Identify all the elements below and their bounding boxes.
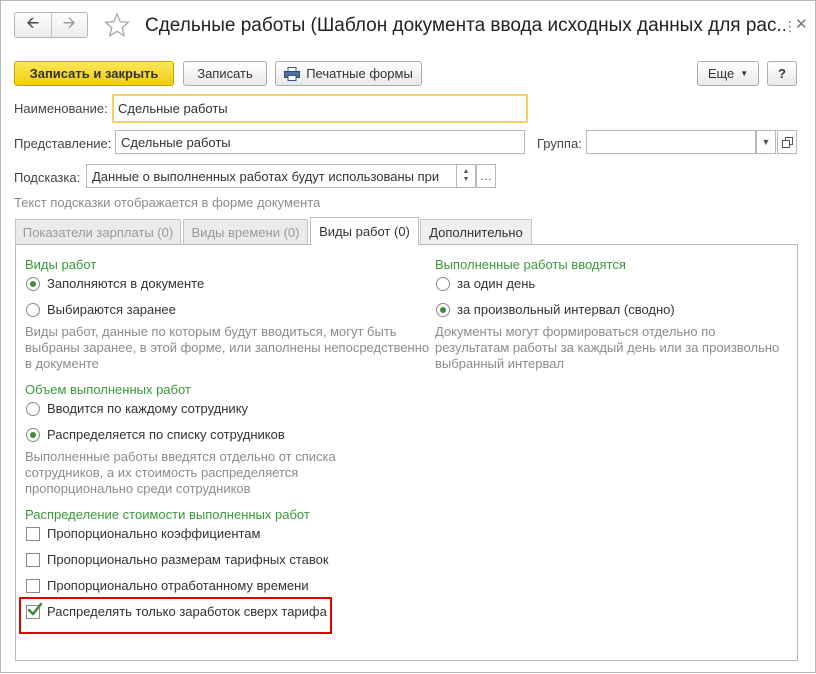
radio-label: за произвольный интервал (сводно) (457, 302, 675, 317)
radio-per-employee[interactable]: Вводится по каждому сотруднику (26, 401, 248, 416)
radio-arbitrary-interval[interactable]: за произвольный интервал (сводно) (436, 302, 675, 317)
description-line: Документы могут формироваться отдельно п… (435, 324, 716, 339)
entry-mode-title: Выполненные работы вводятся (435, 257, 626, 272)
checkbox-label: Пропорционально отработанному времени (47, 578, 309, 593)
distribution-title: Распределение стоимости выполненных рабо… (25, 507, 310, 522)
check-by-coefficients[interactable]: Пропорционально коэффициентам (26, 526, 260, 541)
work-types-title: Виды работ (25, 257, 97, 272)
radio-button[interactable] (26, 401, 40, 416)
description-line: в документе (25, 356, 99, 371)
radio-label: Выбираются заранее (47, 302, 176, 317)
highlight-frame (19, 597, 332, 634)
description-line: пропорционально среди сотрудников (25, 481, 251, 496)
description-line: результатам работы за каждый день или за… (435, 340, 780, 355)
radio-filled-in-document[interactable]: Заполняются в документе (26, 276, 204, 291)
entry-mode-description: Документы могут формироваться отдельно п… (435, 324, 779, 372)
checkbox[interactable] (26, 578, 40, 593)
radio-label: Вводится по каждому сотруднику (47, 401, 249, 416)
description-line: выбранный интервал (435, 356, 565, 371)
description-line: Выполненные работы введятся отдельно от … (25, 449, 336, 464)
radio-button[interactable] (436, 276, 450, 291)
check-by-tariff-rates[interactable]: Пропорционально размерам тарифных ставок (26, 552, 329, 567)
description-line: выбраны заранее, в этой форме, или запол… (25, 340, 430, 355)
radio-label: за один день (457, 276, 536, 291)
form-window: 🡨 🡪 Сдельные работы (Шаблон документа вв… (0, 0, 816, 673)
radio-button-checked[interactable] (26, 276, 40, 291)
volume-title: Объем выполненных работ (25, 382, 191, 397)
radio-label: Распределяется по списку сотрудников (47, 427, 285, 442)
checkbox[interactable] (26, 526, 40, 541)
radio-distributed-by-list[interactable]: Распределяется по списку сотрудников (26, 427, 285, 442)
checkbox[interactable] (26, 552, 40, 567)
checkbox-label: Пропорционально размерам тарифных ставок (47, 552, 329, 567)
check-by-worked-time[interactable]: Пропорционально отработанному времени (26, 578, 309, 593)
description-line: Виды работ, данные по которым будут ввод… (25, 324, 397, 339)
radio-label: Заполняются в документе (47, 276, 205, 291)
volume-description: Выполненные работы введятся отдельно от … (25, 449, 336, 497)
radio-button-checked[interactable] (26, 427, 40, 442)
radio-button[interactable] (26, 302, 40, 317)
radio-selected-beforehand[interactable]: Выбираются заранее (26, 302, 176, 317)
work-types-description: Виды работ, данные по которым будут ввод… (25, 324, 429, 372)
tab-content: Виды работ Заполняются в документе Выбир… (1, 1, 816, 674)
description-line: сотрудников, а их стоимость распределяет… (25, 465, 299, 480)
radio-button-checked[interactable] (436, 302, 450, 317)
checkbox-label: Пропорционально коэффициентам (47, 526, 261, 541)
radio-one-day[interactable]: за один день (436, 276, 535, 291)
